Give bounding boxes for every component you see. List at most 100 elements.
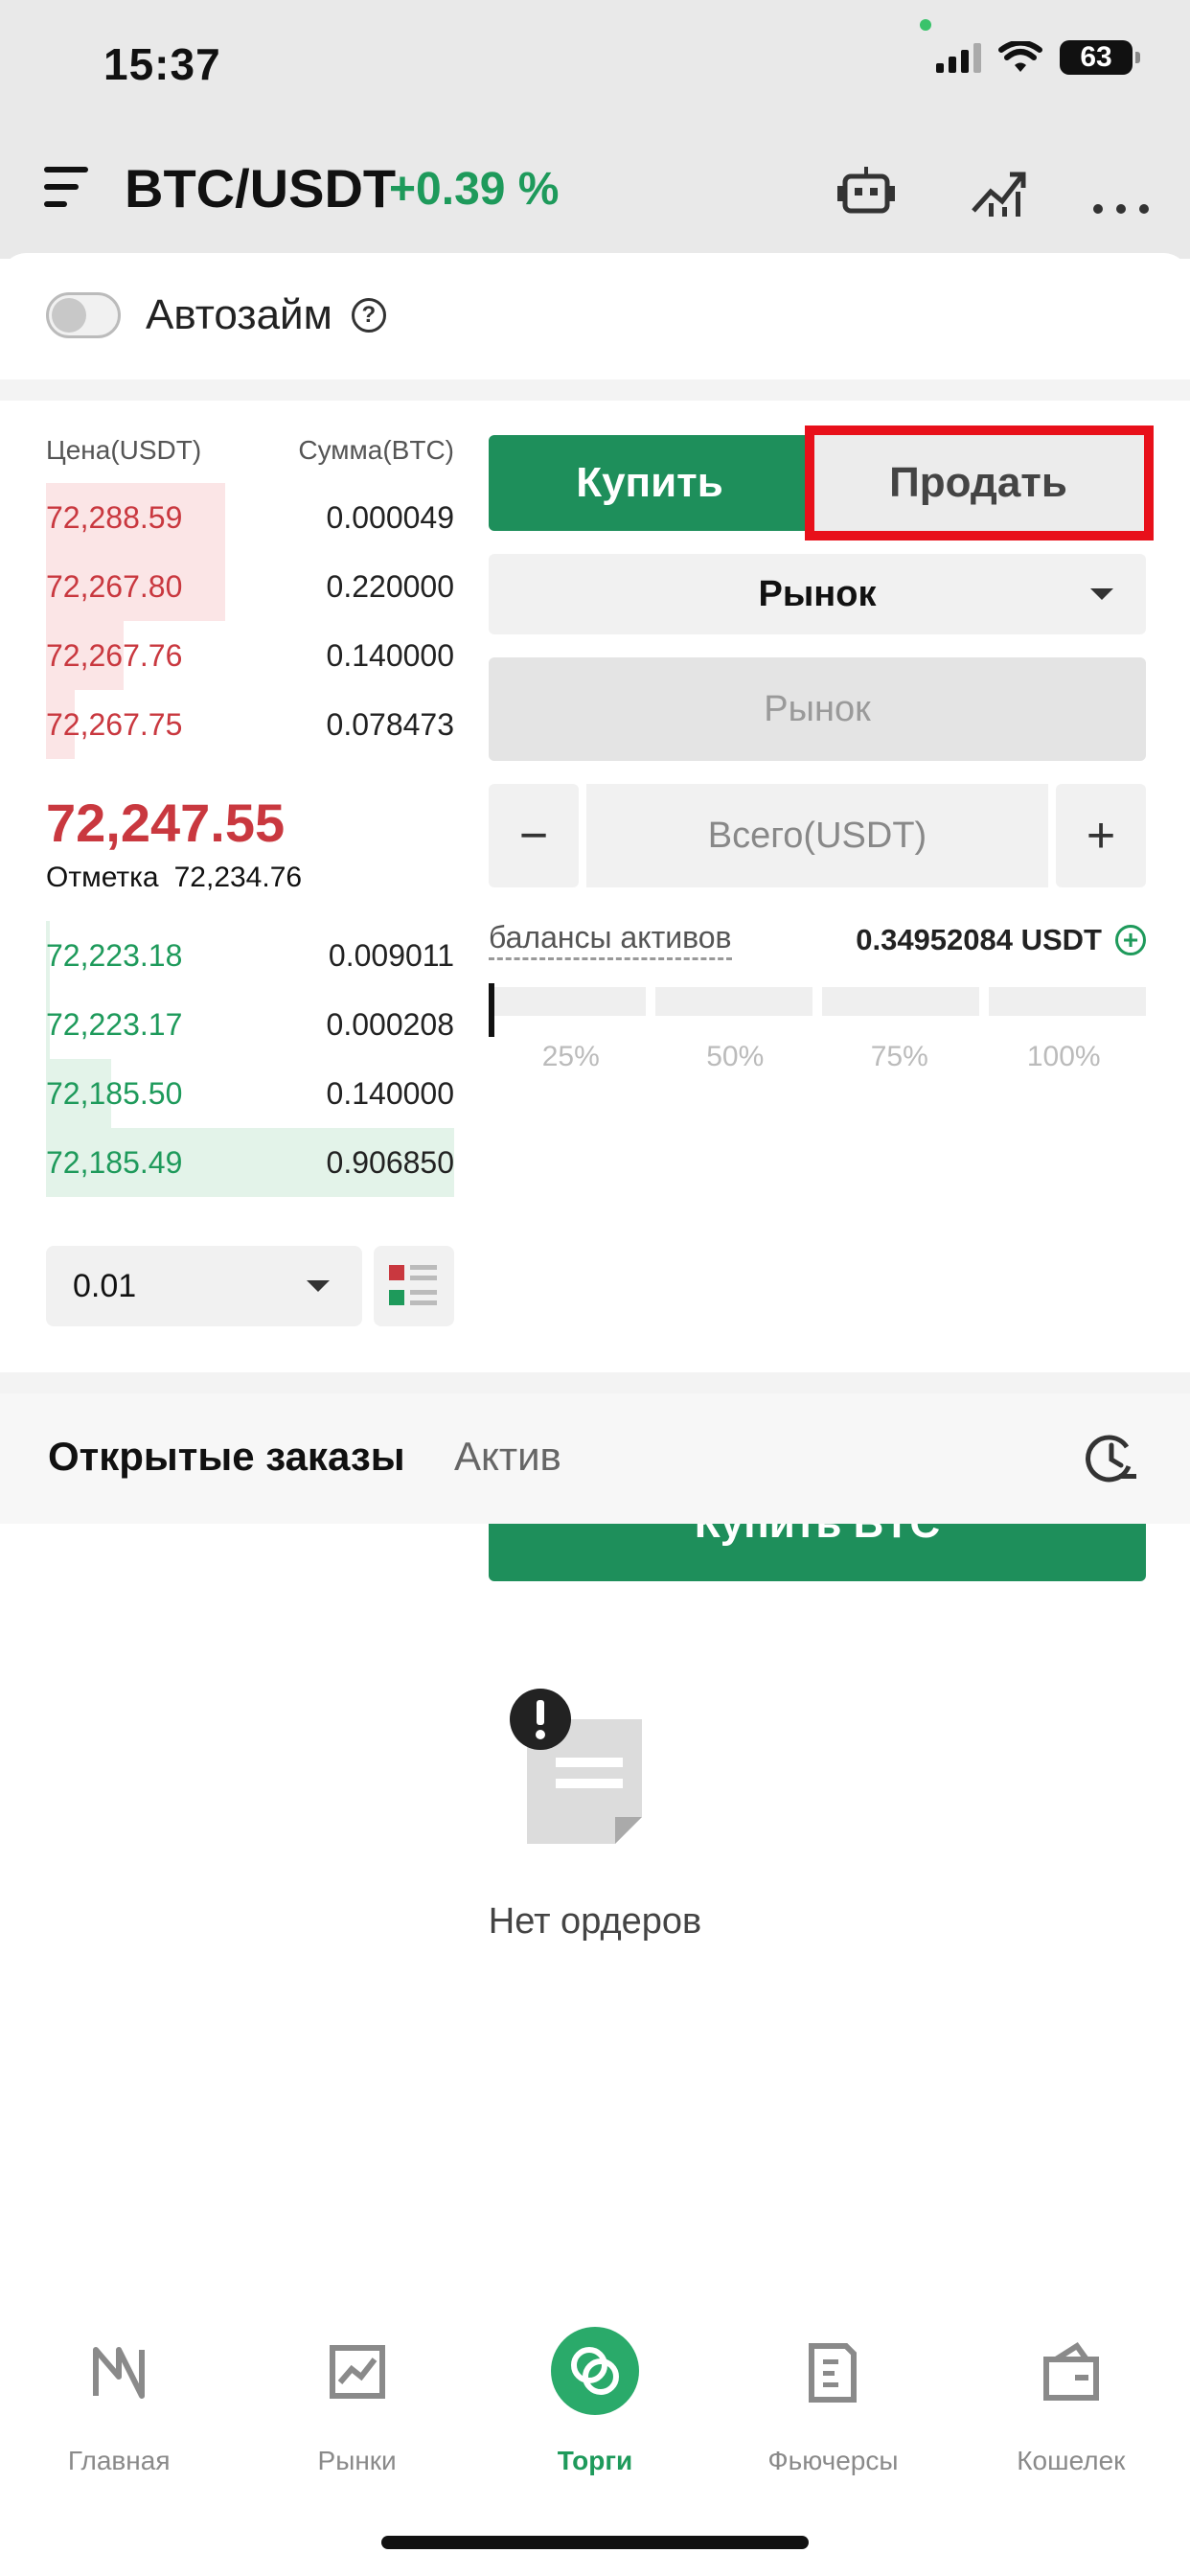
buy-sell-tabs: Купить Продать: [489, 426, 1154, 540]
bid-amount: 0.000208: [326, 1006, 454, 1042]
percent-labels: 25% 50% 75% 100%: [489, 1041, 1146, 1073]
menu-icon[interactable]: [44, 167, 92, 211]
nav-label: Рынки: [317, 2446, 397, 2475]
decrease-button[interactable]: −: [489, 784, 579, 887]
cellular-signal-icon: [936, 42, 981, 73]
balance-row: балансы активов 0.34952084 USDT +: [489, 916, 1146, 964]
bid-amount: 0.140000: [326, 1075, 454, 1111]
bid-price: 72,223.17: [46, 1006, 183, 1042]
ask-price: 72,288.59: [46, 499, 183, 535]
last-price[interactable]: 72,247.55: [46, 792, 454, 854]
autoloan-toggle[interactable]: [46, 292, 121, 338]
slider-segment: [989, 987, 1146, 1016]
chart-icon[interactable]: [968, 163, 1029, 220]
tab-open-orders[interactable]: Открытые заказы: [48, 1434, 405, 1480]
nav-wallet[interactable]: Кошелек: [952, 2329, 1190, 2492]
nav-markets[interactable]: Рынки: [238, 2329, 475, 2492]
more-icon[interactable]: [1090, 163, 1152, 220]
bid-amount: 0.009011: [328, 937, 454, 973]
pair-title[interactable]: BTC/USDT: [125, 157, 396, 219]
empty-text: Нет ордеров: [488, 1901, 702, 1942]
home-icon: [93, 2347, 146, 2399]
nav-futures[interactable]: Фьючерсы: [714, 2329, 951, 2492]
orders-tabs: Открытые заказы Актив: [0, 1393, 1190, 1524]
nav-label: Кошелек: [1017, 2446, 1126, 2475]
balance-value-wrap: 0.34952084 USDT +: [856, 923, 1146, 957]
amount-column-header: Сумма(BTC): [298, 435, 454, 465]
price-input: Рынок: [489, 657, 1146, 761]
wallet-icon: [1042, 2341, 1099, 2401]
trade-icon: [571, 2347, 620, 2395]
slider-segment: [655, 987, 812, 1016]
percent-75[interactable]: 75%: [817, 1041, 982, 1073]
add-funds-icon[interactable]: +: [1115, 925, 1146, 955]
price-column-header: Цена(USDT): [46, 435, 202, 465]
ask-row[interactable]: 72,267.80 0.220000: [46, 552, 454, 621]
order-type-select[interactable]: Рынок: [489, 554, 1146, 634]
slider-segment: [489, 987, 646, 1016]
tab-buy[interactable]: Купить: [489, 435, 811, 531]
slider-handle[interactable]: [489, 983, 494, 1037]
empty-orders-icon: [510, 1689, 642, 1844]
order-book-view-icon[interactable]: [374, 1246, 454, 1326]
amount-slider[interactable]: [489, 983, 1146, 1037]
ask-row[interactable]: 72,267.75 0.078473: [46, 690, 454, 759]
bid-row[interactable]: 72,185.50 0.140000: [46, 1059, 454, 1128]
ask-amount: 0.220000: [326, 568, 454, 604]
markets-icon: [329, 2345, 385, 2399]
divider: [0, 1372, 1190, 1393]
help-icon[interactable]: ?: [351, 298, 386, 333]
bot-icon[interactable]: [835, 163, 897, 220]
precision-select[interactable]: 0.01: [46, 1246, 362, 1326]
ask-amount: 0.140000: [326, 637, 454, 673]
chevron-down-icon: [307, 1280, 330, 1292]
increase-button[interactable]: +: [1056, 784, 1146, 887]
bid-row[interactable]: 72,223.17 0.000208: [46, 990, 454, 1059]
tab-assets[interactable]: Актив: [454, 1434, 561, 1480]
percent-100[interactable]: 100%: [982, 1041, 1147, 1073]
top-bar: 15:37 63 BTC/USDT +0.39 %: [0, 0, 1190, 259]
order-book-header: Цена(USDT) Сумма(BTC): [46, 435, 454, 483]
status-time: 15:37: [103, 39, 221, 89]
autoloan-label: Автозайм: [146, 291, 332, 338]
trade-form: Купить Продать Рынок Рынок − Всего(USDT)…: [489, 426, 1154, 1581]
nav-label: Фьючерсы: [767, 2446, 899, 2475]
percent-50[interactable]: 50%: [653, 1041, 818, 1073]
total-row: − Всего(USDT) +: [489, 784, 1146, 887]
bid-price: 72,185.50: [46, 1075, 183, 1111]
order-history-icon[interactable]: [1083, 1430, 1140, 1487]
battery-icon: 63: [1060, 40, 1140, 75]
pair-header: BTC/USDT +0.39 %: [0, 144, 1190, 240]
ask-row[interactable]: 72,267.76 0.140000: [46, 621, 454, 690]
order-type-value: Рынок: [758, 573, 877, 614]
bid-price: 72,185.49: [46, 1144, 183, 1180]
mic-indicator-dot: [920, 19, 931, 31]
nav-label: Торги: [557, 2446, 633, 2475]
bid-row[interactable]: 72,223.18 0.009011: [46, 921, 454, 990]
bottom-nav: Главная Рынки Торги Фьючерсы Кошелек: [0, 2327, 1190, 2492]
order-book-footer: 0.01: [46, 1246, 454, 1326]
ask-row[interactable]: 72,288.59 0.000049: [46, 483, 454, 552]
order-book: Цена(USDT) Сумма(BTC) 72,288.59 0.000049…: [46, 435, 454, 1197]
wifi-icon: [998, 41, 1042, 72]
precision-value: 0.01: [73, 1267, 137, 1304]
ask-amount: 0.078473: [326, 706, 454, 742]
ask-price: 72,267.75: [46, 706, 183, 742]
trade-card: Автозайм ? Цена(USDT) Сумма(BTC) 72,288.…: [0, 253, 1190, 2576]
percent-25[interactable]: 25%: [489, 1041, 653, 1073]
nav-trade[interactable]: Торги: [476, 2327, 714, 2492]
divider: [0, 380, 1190, 401]
mark-price: 72,234.76: [173, 862, 303, 893]
balance-value: 0.34952084 USDT: [856, 923, 1102, 956]
mark-label: Отметка: [46, 862, 159, 893]
ask-price: 72,267.76: [46, 637, 183, 673]
bid-amount: 0.906850: [326, 1144, 454, 1180]
bid-row[interactable]: 72,185.49 0.906850: [46, 1128, 454, 1197]
total-input[interactable]: Всего(USDT): [586, 784, 1048, 887]
nav-home[interactable]: Главная: [0, 2329, 238, 2492]
balance-label[interactable]: балансы активов: [489, 920, 732, 960]
pair-change: +0.39 %: [389, 164, 560, 215]
autoloan-row: Автозайм ?: [46, 291, 386, 339]
slider-segment: [822, 987, 979, 1016]
highlight-box: [805, 426, 1154, 540]
